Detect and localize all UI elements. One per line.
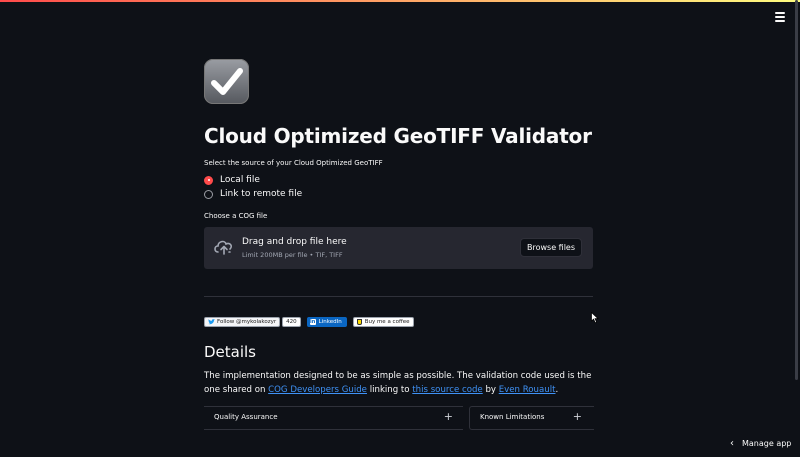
page-scrollbar[interactable] [795, 0, 798, 380]
details-text-2: linking to [366, 385, 413, 395]
hamburger-menu-icon[interactable] [775, 12, 785, 22]
even-rouault-link[interactable]: Even Rouault [499, 385, 556, 395]
coffee-label: Buy me a coffee [364, 319, 410, 325]
twitter-follower-count[interactable]: 420 [282, 317, 301, 327]
expander-label: Quality Assurance [214, 413, 278, 421]
expander-known-limitations[interactable]: Known Limitations + [469, 406, 594, 430]
mouse-cursor-icon [591, 312, 599, 324]
coffee-cup-icon [356, 319, 362, 325]
manage-app-button[interactable]: ‹ Manage app [730, 438, 791, 449]
source-code-link[interactable]: this source code [412, 385, 482, 395]
file-dropzone[interactable]: Drag and drop file here Limit 200MB per … [204, 227, 593, 269]
checkmark-icon [204, 59, 249, 104]
radio-selected-icon[interactable] [204, 175, 213, 185]
divider [204, 296, 593, 297]
expander-label: Known Limitations [480, 413, 545, 421]
plus-icon: + [443, 410, 453, 423]
radio-remote-file[interactable]: Link to remote file [204, 187, 302, 201]
manage-app-label: Manage app [742, 439, 792, 448]
twitter-follow-label: Follow @mykolakozyr [217, 319, 277, 325]
details-text-4: . [555, 385, 559, 395]
twitter-bird-icon [208, 319, 215, 325]
expander-quality-assurance[interactable]: Quality Assurance + [204, 406, 463, 430]
page-title: Cloud Optimized GeoTIFF Validator [204, 124, 592, 148]
uploader-label: Choose a COG file [204, 212, 268, 220]
buy-me-a-coffee-badge[interactable]: Buy me a coffee [352, 317, 414, 327]
top-decoration-bar [0, 0, 800, 2]
radio-label-remote-file: Link to remote file [220, 189, 303, 199]
linkedin-icon: in [309, 319, 316, 325]
chevron-left-icon: ‹ [730, 438, 734, 449]
plus-icon: + [572, 410, 582, 423]
details-text-3: by [482, 385, 499, 395]
linkedin-label: LinkedIn [318, 319, 342, 325]
details-heading: Details [204, 343, 257, 361]
browse-files-button[interactable]: Browse files [520, 238, 582, 257]
social-badges: Follow @mykolakozyr 420 in LinkedIn Buy … [204, 317, 414, 327]
cog-developers-guide-link[interactable]: COG Developers Guide [268, 385, 367, 395]
radio-label-local-file: Local file [220, 175, 260, 185]
dropzone-limit: Limit 200MB per file • TIF, TIFF [242, 251, 343, 259]
radio-unselected-icon[interactable] [204, 189, 213, 199]
twitter-follow-badge[interactable]: Follow @mykolakozyr [204, 317, 281, 327]
dropzone-title: Drag and drop file here [242, 237, 347, 247]
details-paragraph: The implementation designed to be as sim… [204, 369, 594, 397]
cloud-upload-icon [214, 240, 233, 255]
linkedin-badge[interactable]: in LinkedIn [306, 317, 347, 327]
source-prompt: Select the source of your Cloud Optimize… [204, 159, 383, 167]
radio-local-file[interactable]: Local file [204, 173, 260, 187]
